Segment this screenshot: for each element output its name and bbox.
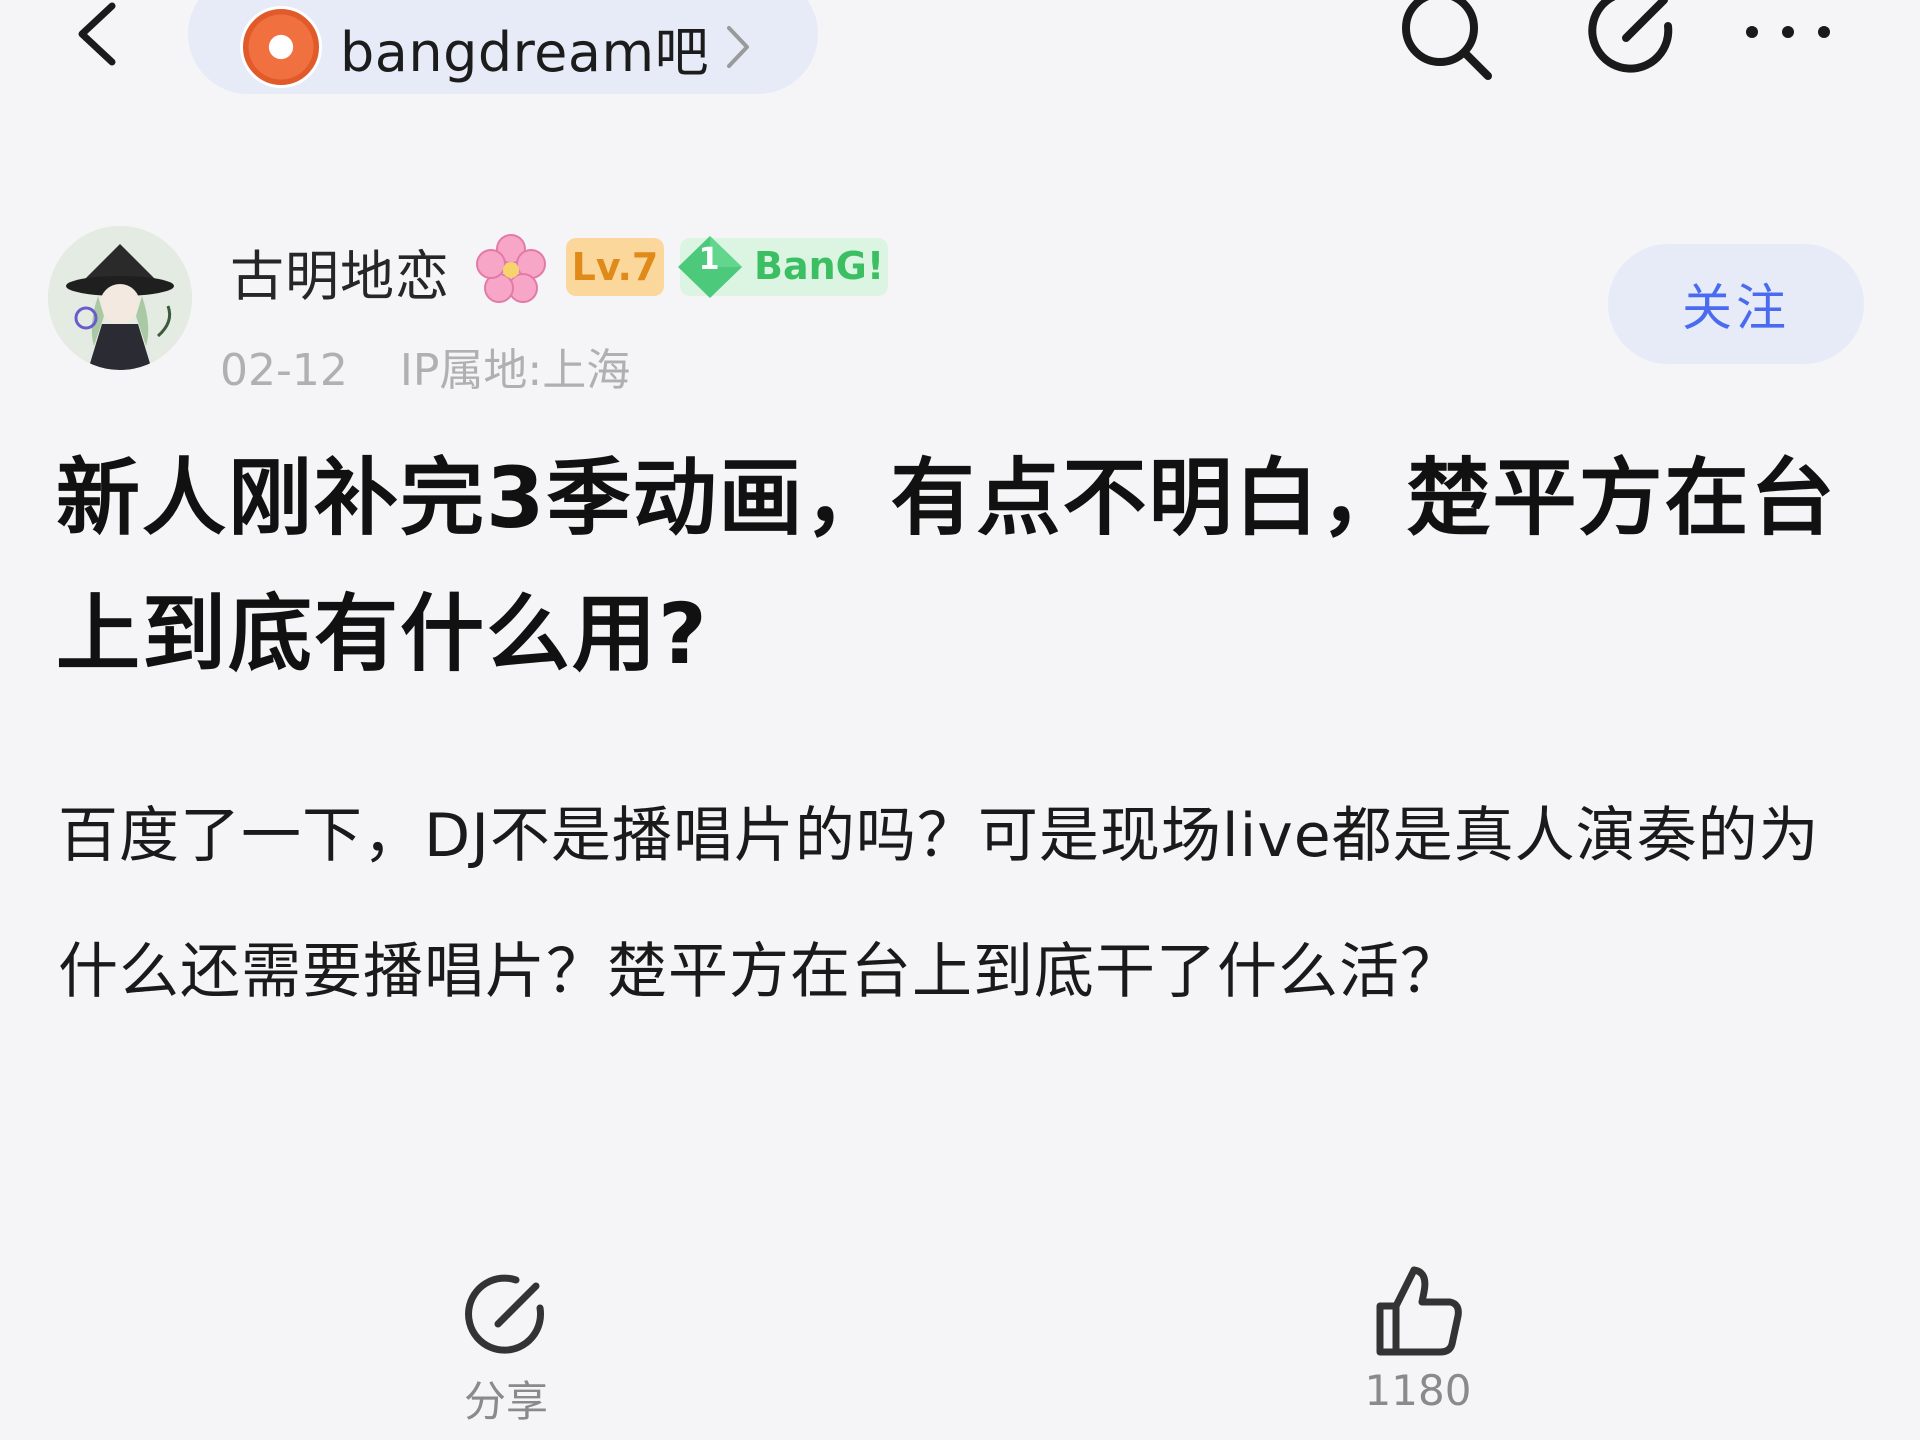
post-date: 02-12 <box>220 345 348 396</box>
more-button[interactable] <box>1738 14 1838 54</box>
post-meta: 02-12 IP属地:上海 <box>220 334 630 398</box>
forum-name: bangdream吧 <box>340 20 710 84</box>
chevron-left-icon <box>78 2 116 66</box>
fan-label: BanG! <box>754 244 885 288</box>
avatar-image <box>48 226 192 370</box>
share-button[interactable]: 分享 <box>452 1268 560 1440</box>
search-button[interactable] <box>1396 0 1496 88</box>
chevron-right-icon <box>727 26 750 68</box>
share-label: 分享 <box>463 1377 548 1426</box>
post-title: 新人刚补完3季动画，有点不明白，楚平方在台上到底有什么用? <box>56 449 1837 683</box>
ip-location: IP属地:上海 <box>399 345 631 396</box>
edit-button[interactable] <box>1586 0 1678 78</box>
forum-link[interactable]: bangdream吧 <box>188 0 818 94</box>
edit-icon <box>1588 0 1673 73</box>
more-icon <box>1746 26 1830 38</box>
post-body: 百度了一下，DJ不是播唱片的吗？可是现场live都是真人演奏的为什么还需要播唱片… <box>58 801 1820 1007</box>
follow-button[interactable]: 关注 <box>1608 244 1864 364</box>
share-icon <box>465 1274 545 1354</box>
forum-logo <box>240 6 322 88</box>
flower-icon <box>476 234 546 303</box>
fan-rank: 1 <box>698 242 720 277</box>
thumbs-up-icon <box>1376 1266 1462 1356</box>
level-badge: Lv.7 <box>566 238 664 296</box>
fan-badge: 1 BanG! <box>678 236 888 298</box>
avatar[interactable] <box>48 226 192 370</box>
like-count: 1180 <box>1364 1366 1472 1415</box>
author-name[interactable]: 古明地恋 <box>230 232 450 311</box>
search-icon <box>1402 0 1492 80</box>
back-button[interactable] <box>60 0 140 80</box>
like-button[interactable]: 1180 <box>1348 1262 1488 1440</box>
